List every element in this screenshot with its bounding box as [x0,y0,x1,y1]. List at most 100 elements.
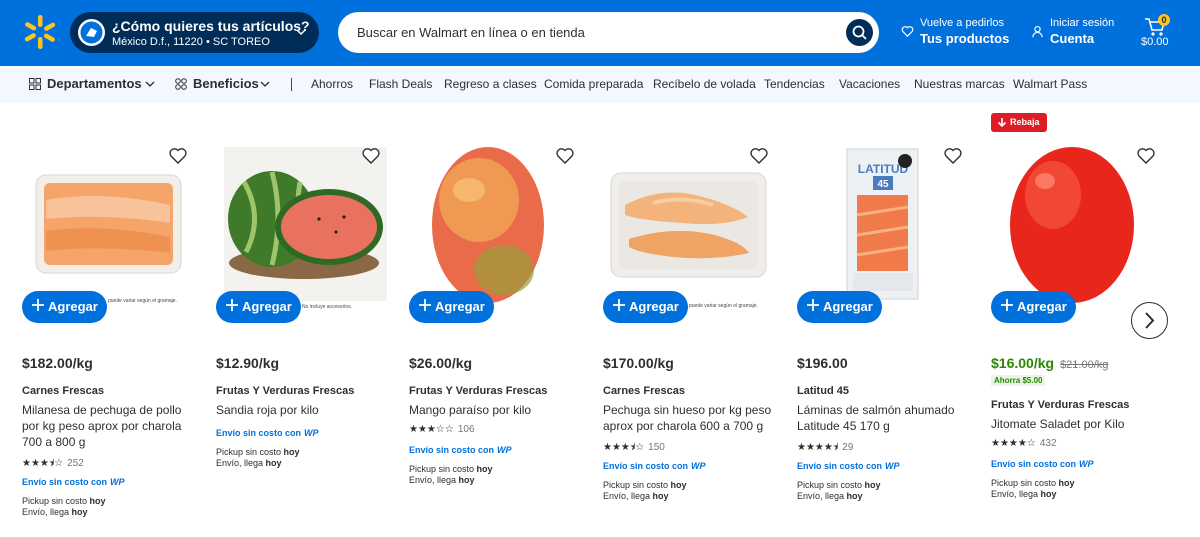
product-title[interactable]: Sandia roja por kilo [216,402,386,418]
pickup-label: Pickup sin costo [797,480,863,490]
free-shipping-label: Envío sin costo con WP [22,477,125,487]
product-title[interactable]: Láminas de salmón ahumado Latitude 45 17… [797,402,967,434]
delivery-info: Envío, llega hoy [216,458,282,469]
location-selector[interactable]: ¿Cómo quieres tus artículos? México D.f.… [70,12,319,53]
sale-price: $16.00/kg [991,355,1055,371]
product-card[interactable]: LATITUD 45 Agregar $196.00 Latitud 45 Lá… [797,110,977,530]
location-subtitle: México D.f., 11220 • SC TOREO [112,36,270,48]
free-shipping-text: Envío sin costo con [216,428,302,438]
cart-button[interactable]: 0 $0.00 [1141,14,1181,54]
product-title[interactable]: Jitomate Saladet por Kilo [991,416,1161,432]
pickup-info: Pickup sin costo hoy [991,478,1075,489]
add-to-cart-button[interactable]: Agregar [409,291,494,323]
user-icon [1032,25,1043,38]
product-image[interactable] [991,145,1171,305]
free-shipping-text: Envío sin costo con [22,477,108,487]
search-bar[interactable]: Buscar en Walmart en línea o en tienda [338,12,879,53]
free-shipping-label: Envío sin costo con WP [603,461,706,471]
add-button-label: Agregar [48,299,98,314]
product-image[interactable] [409,145,589,305]
favorite-heart-icon[interactable] [1136,146,1156,166]
plus-icon [419,299,431,311]
cart-total: $0.00 [1141,36,1169,48]
delivery-avatar-icon [78,19,105,46]
walmart-pass-badge: WP [304,428,319,438]
product-brand: Carnes Frescas [603,385,685,397]
pickup-when: hoy [476,464,493,474]
search-input[interactable]: Buscar en Walmart en línea o en tienda [357,25,585,40]
add-to-cart-button[interactable]: Agregar [22,291,107,323]
chevron-down-icon [260,81,270,87]
product-card[interactable]: Agregar $26.00/kg Frutas Y Verduras Fres… [409,110,589,530]
product-price: $196.00 [797,355,848,371]
product-rating: ★★★★☆ 432 [991,438,1057,449]
delivery-when: hoy [265,458,282,468]
pickup-label: Pickup sin costo [603,480,669,490]
delivery-info: Envío, llega hoy [603,491,669,502]
walmart-pass-badge: WP [497,445,512,455]
product-title[interactable]: Pechuga sin hueso por kg peso aprox por … [603,402,773,434]
pickup-info: Pickup sin costo hoy [603,480,687,491]
add-button-label: Agregar [242,299,292,314]
free-shipping-text: Envío sin costo con [991,459,1077,469]
product-image[interactable] [224,147,387,301]
product-title[interactable]: Mango paraíso por kilo [409,402,579,418]
carousel-next-button[interactable] [1131,302,1168,339]
nav-link-regreso-a-clases[interactable]: Regreso a clases [444,77,537,91]
plus-icon [32,299,44,311]
plus-icon [226,299,238,311]
review-count: 29 [842,442,854,453]
product-brand: Carnes Frescas [22,385,104,397]
heart-icon [901,26,914,37]
nav-link-comida-preparada[interactable]: Comida preparada [544,77,643,91]
product-rating: ★★★☆☆ 106 [409,424,475,435]
product-card[interactable]: puede variar según el gramaje. Agregar $… [603,110,783,530]
pickup-info: Pickup sin costo hoy [22,496,106,507]
add-to-cart-button[interactable]: Agregar [216,291,301,323]
departamentos-menu[interactable]: Departamentos [47,76,142,91]
nav-link-recibelo-de-volada[interactable]: Recíbelo de volada [653,77,756,91]
free-shipping-label: Envío sin costo con WP [991,459,1094,469]
favorite-heart-icon[interactable] [943,146,963,166]
search-button[interactable] [846,19,873,46]
fine-print: No incluye accesorios. [302,304,353,310]
free-shipping-text: Envío sin costo con [409,445,495,455]
add-to-cart-button[interactable]: Agregar [991,291,1076,323]
product-image[interactable] [603,145,783,305]
free-shipping-text: Envío sin costo con [603,461,689,471]
pickup-label: Pickup sin costo [22,496,88,506]
product-title[interactable]: Milanesa de pechuga de pollo por kg peso… [22,402,192,450]
product-image[interactable]: LATITUD 45 [797,145,977,305]
add-to-cart-button[interactable]: Agregar [797,291,882,323]
review-count: 106 [457,424,475,435]
pickup-label: Pickup sin costo [216,447,282,457]
delivery-when: hoy [71,507,88,517]
nav-link-walmart-pass[interactable]: Walmart Pass [1013,77,1087,91]
favorite-heart-icon[interactable] [361,146,381,166]
favorite-heart-icon[interactable] [168,146,188,166]
beneficios-menu[interactable]: Beneficios [193,76,259,91]
add-button-label: Agregar [629,299,679,314]
free-shipping-text: Envío sin costo con [797,461,883,471]
favorite-heart-icon[interactable] [749,146,769,166]
nav-link-nuestras-marcas[interactable]: Nuestras marcas [914,77,1005,91]
nav-link-tendencias[interactable]: Tendencias [764,77,825,91]
walmart-spark-logo[interactable] [24,14,56,50]
reorder-bold-label: Tus productos [920,31,1010,46]
product-card[interactable]: puede variar según el gramaje. Agregar $… [22,110,202,530]
add-to-cart-button[interactable]: Agregar [603,291,688,323]
nav-link-vacaciones[interactable]: Vacaciones [839,77,900,91]
pickup-when: hoy [1058,478,1075,488]
walmart-pass-badge: WP [110,477,125,487]
nav-divider [291,78,292,91]
nav-link-ahorros[interactable]: Ahorros [311,77,353,91]
delivery-info: Envío, llega hoy [991,489,1057,500]
product-card[interactable]: No incluye accesorios. Agregar $12.90/kg… [216,110,396,530]
add-button-label: Agregar [823,299,873,314]
rating-stars-icon: ★★★⯨☆ [603,442,645,453]
account-bold-label: Cuenta [1050,31,1095,46]
walmart-pass-badge: WP [1079,459,1094,469]
nav-link-flash-deals[interactable]: Flash Deals [369,77,432,91]
favorite-heart-icon[interactable] [555,146,575,166]
product-image[interactable] [22,145,202,305]
